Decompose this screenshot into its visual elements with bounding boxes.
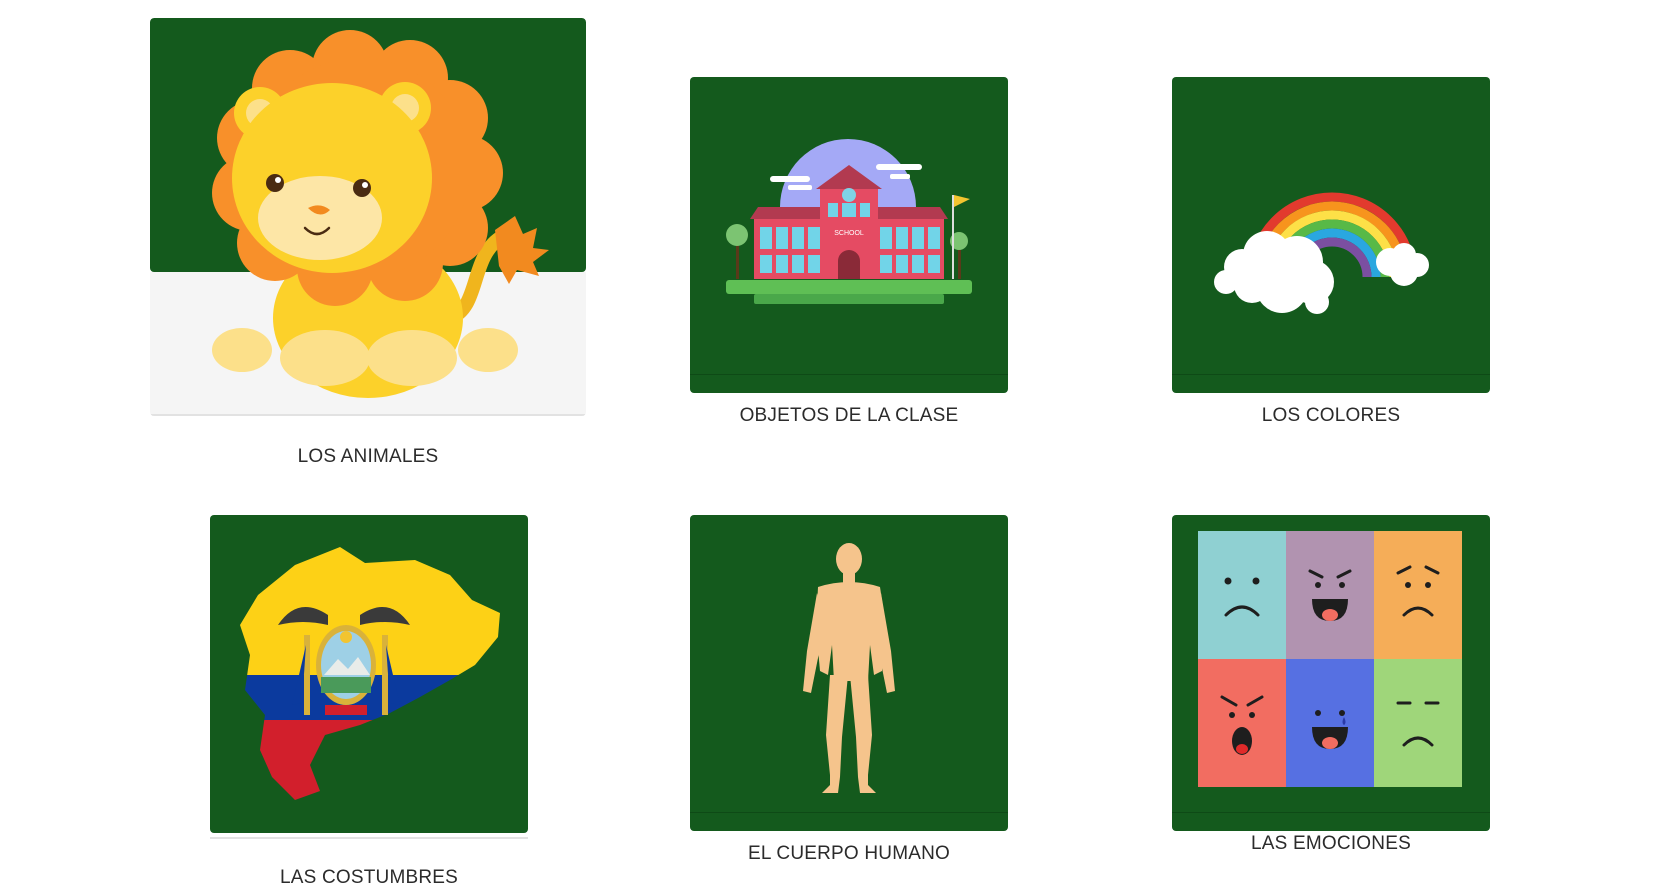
- card-label: LOS COLORES: [1261, 405, 1401, 426]
- card-el-cuerpo-humano[interactable]: EL CUERPO HUMANO: [690, 515, 1008, 865]
- card-label: EL CUERPO HUMANO: [747, 843, 951, 864]
- card-las-emociones[interactable]: LAS EMOCIONES: [1172, 515, 1490, 865]
- card-image-school: SCHOOL: [690, 77, 1008, 393]
- ecuador-flag-map-illustration: [240, 547, 500, 800]
- human-body-illustration: [803, 543, 895, 793]
- card-image-emotions: [1172, 515, 1490, 831]
- rainbow-illustration: [1214, 192, 1429, 314]
- card-los-colores[interactable]: LOS COLORES: [1172, 77, 1490, 427]
- card-label: LAS COSTUMBRES: [279, 867, 459, 888]
- card-image-rainbow: [1172, 77, 1490, 393]
- card-image-human-body: [690, 515, 1008, 831]
- school-building-illustration: SCHOOL: [690, 139, 1008, 375]
- card-image-lion: [150, 18, 586, 416]
- card-label: OBJETOS DE LA CLASE: [739, 405, 959, 426]
- card-los-animales[interactable]: LOS ANIMALES: [150, 18, 586, 468]
- card-objetos-de-la-clase[interactable]: SCHOOL OBJETOS DE LA CLASE: [690, 77, 1008, 427]
- card-las-costumbres[interactable]: LAS COSTUMBRES: [210, 515, 528, 890]
- emotion-faces-grid: [1198, 531, 1462, 787]
- lion-illustration: [150, 18, 586, 416]
- school-sign: SCHOOL: [834, 230, 864, 237]
- card-label: LOS ANIMALES: [297, 446, 439, 467]
- card-label: LAS EMOCIONES: [1251, 833, 1411, 854]
- card-image-ecuador: [210, 515, 528, 833]
